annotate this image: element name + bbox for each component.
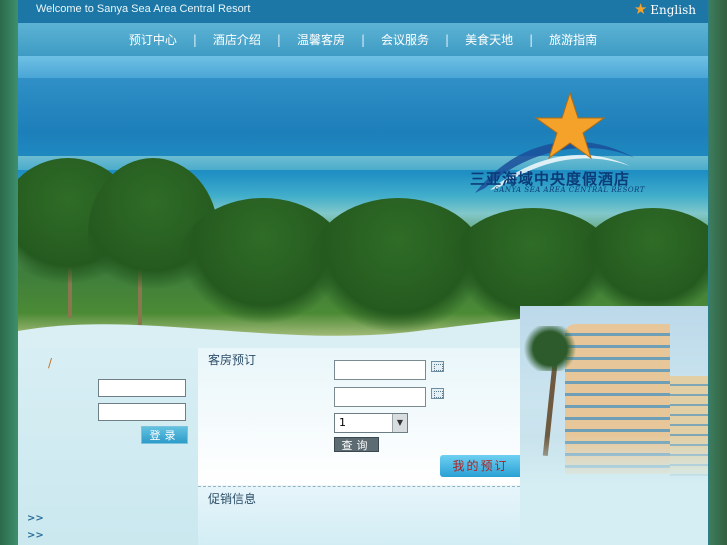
login-separator: / <box>48 356 53 370</box>
nav-item-meetings[interactable]: 会议服务 <box>373 31 437 48</box>
banner-sky <box>18 56 708 78</box>
language-label[interactable]: English <box>650 3 696 17</box>
calendar-icon[interactable] <box>431 388 444 399</box>
promotions-title: 促销信息 <box>208 492 257 506</box>
hero-banner: 三亚海域中央度假酒店 SANYA SEA AREA CENTRAL RESORT <box>18 56 708 348</box>
nav-separator: | <box>529 32 534 47</box>
checkout-date-input[interactable] <box>334 387 426 407</box>
more-link[interactable]: >> <box>27 513 44 524</box>
hotel-building-photo <box>520 306 708 545</box>
star-icon: ★ <box>633 0 648 18</box>
nav-item-booking-center[interactable]: 预订中心 <box>121 31 185 48</box>
my-booking-button[interactable]: 我的预订 <box>440 455 521 477</box>
booking-panel: 客房预订 1 ▼ 查询 我的预订 促销信息 <box>198 348 521 545</box>
room-count-select[interactable]: 1 ▼ <box>334 413 408 433</box>
page-frame: Welcome to Sanya Sea Area Central Resort… <box>18 0 708 545</box>
language-switch[interactable]: ★ English <box>634 2 696 17</box>
room-booking-section: 客房预订 1 ▼ 查询 我的预订 <box>198 348 521 485</box>
top-bar: Welcome to Sanya Sea Area Central Resort… <box>18 0 708 23</box>
nav-separator: | <box>276 32 281 47</box>
chevron-down-icon[interactable]: ▼ <box>392 414 407 432</box>
nav-item-travel-guide[interactable]: 旅游指南 <box>541 31 605 48</box>
room-count-value: 1 <box>339 416 346 429</box>
username-input[interactable] <box>98 379 186 397</box>
calendar-icon[interactable] <box>431 361 444 372</box>
login-panel: / 登录 >> >> <box>18 348 198 545</box>
welcome-text: Welcome to Sanya Sea Area Central Resort <box>36 3 251 15</box>
main-nav: 预订中心 | 酒店介绍 | 温馨客房 | 会议服务 | 美食天地 | 旅游指南 <box>18 23 708 56</box>
nav-item-hotel-intro[interactable]: 酒店介绍 <box>205 31 269 48</box>
nav-separator: | <box>192 32 197 47</box>
more-link[interactable]: >> <box>27 530 44 541</box>
query-button[interactable]: 查询 <box>334 437 379 452</box>
nav-item-dining[interactable]: 美食天地 <box>457 31 521 48</box>
promotions-section: 促销信息 <box>198 487 520 545</box>
photo-fade <box>520 436 708 545</box>
nav-separator: | <box>445 32 450 47</box>
nav-item-rooms[interactable]: 温馨客房 <box>289 31 353 48</box>
checkin-date-input[interactable] <box>334 360 426 380</box>
room-booking-title: 客房预订 <box>208 353 257 367</box>
nav-separator: | <box>360 32 366 47</box>
logo-english-name: SANYA SEA AREA CENTRAL RESORT <box>494 186 645 194</box>
password-input[interactable] <box>98 403 186 421</box>
login-button[interactable]: 登录 <box>141 426 188 444</box>
palm-tree <box>520 326 580 371</box>
